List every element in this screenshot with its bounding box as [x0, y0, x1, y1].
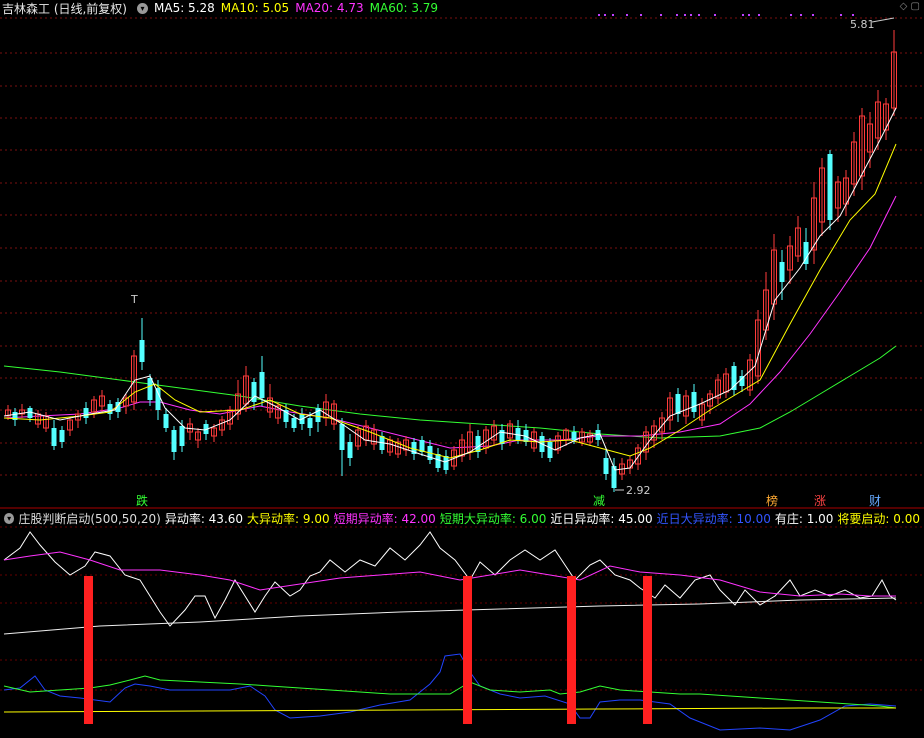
signal-bar	[567, 576, 576, 724]
low-price-label: 2.92	[626, 484, 651, 497]
indicator-item: 近日异动率: 45.00	[550, 511, 653, 526]
diamond-icon[interactable]: ◇ ▢	[900, 1, 920, 12]
signal-bar	[84, 576, 93, 724]
signal-bar	[463, 576, 472, 724]
ma10-value: MA10: 5.05	[220, 1, 290, 15]
signal-label: 跌	[136, 493, 148, 508]
ma20-value: MA20: 4.73	[295, 1, 364, 15]
indicator-item: 短期异动率: 42.00	[333, 511, 436, 526]
ma5-value: MA5: 5.28	[154, 1, 215, 15]
top-marker: T	[130, 293, 138, 306]
indicator-item: 有庄: 1.00	[774, 511, 834, 526]
indicator-name: 庄股判断启动(500,50,20)	[18, 511, 161, 526]
signal-bar	[643, 576, 652, 724]
signal-label: 榜	[766, 493, 778, 508]
chevron-down-icon[interactable]: ▾	[137, 2, 148, 14]
chevron-down-icon[interactable]: ▾	[4, 512, 15, 524]
indicator-item: 大异动率: 9.00	[247, 511, 330, 526]
signal-label: 财	[869, 494, 881, 508]
signal-label: 涨	[814, 493, 826, 508]
ma60-value: MA60: 3.79	[369, 1, 439, 15]
signal-label: 减	[593, 494, 605, 508]
indicator-item: 将要启动: 0.00	[837, 511, 920, 526]
stock-title: 吉林森工 (日线,前复权)	[2, 1, 127, 16]
high-price-label: 5.81	[850, 18, 875, 31]
chart-header: 吉林森工 (日线,前复权) ▾ MA5: 5.28 MA10: 5.05 MA2…	[0, 0, 924, 16]
indicator-item: 近日大异动率: 10.00	[656, 511, 771, 526]
indicator-item: 短期大异动率: 6.00	[439, 511, 547, 526]
indicator-header: ▾ 庄股判断启动(500,50,20) 异动率: 43.60 大异动率: 9.0…	[0, 510, 924, 526]
chart-canvas[interactable]: 5.81 2.92 T 跌 减 榜 涨 财	[0, 0, 924, 738]
indicator-item: 异动率: 43.60	[164, 511, 244, 526]
